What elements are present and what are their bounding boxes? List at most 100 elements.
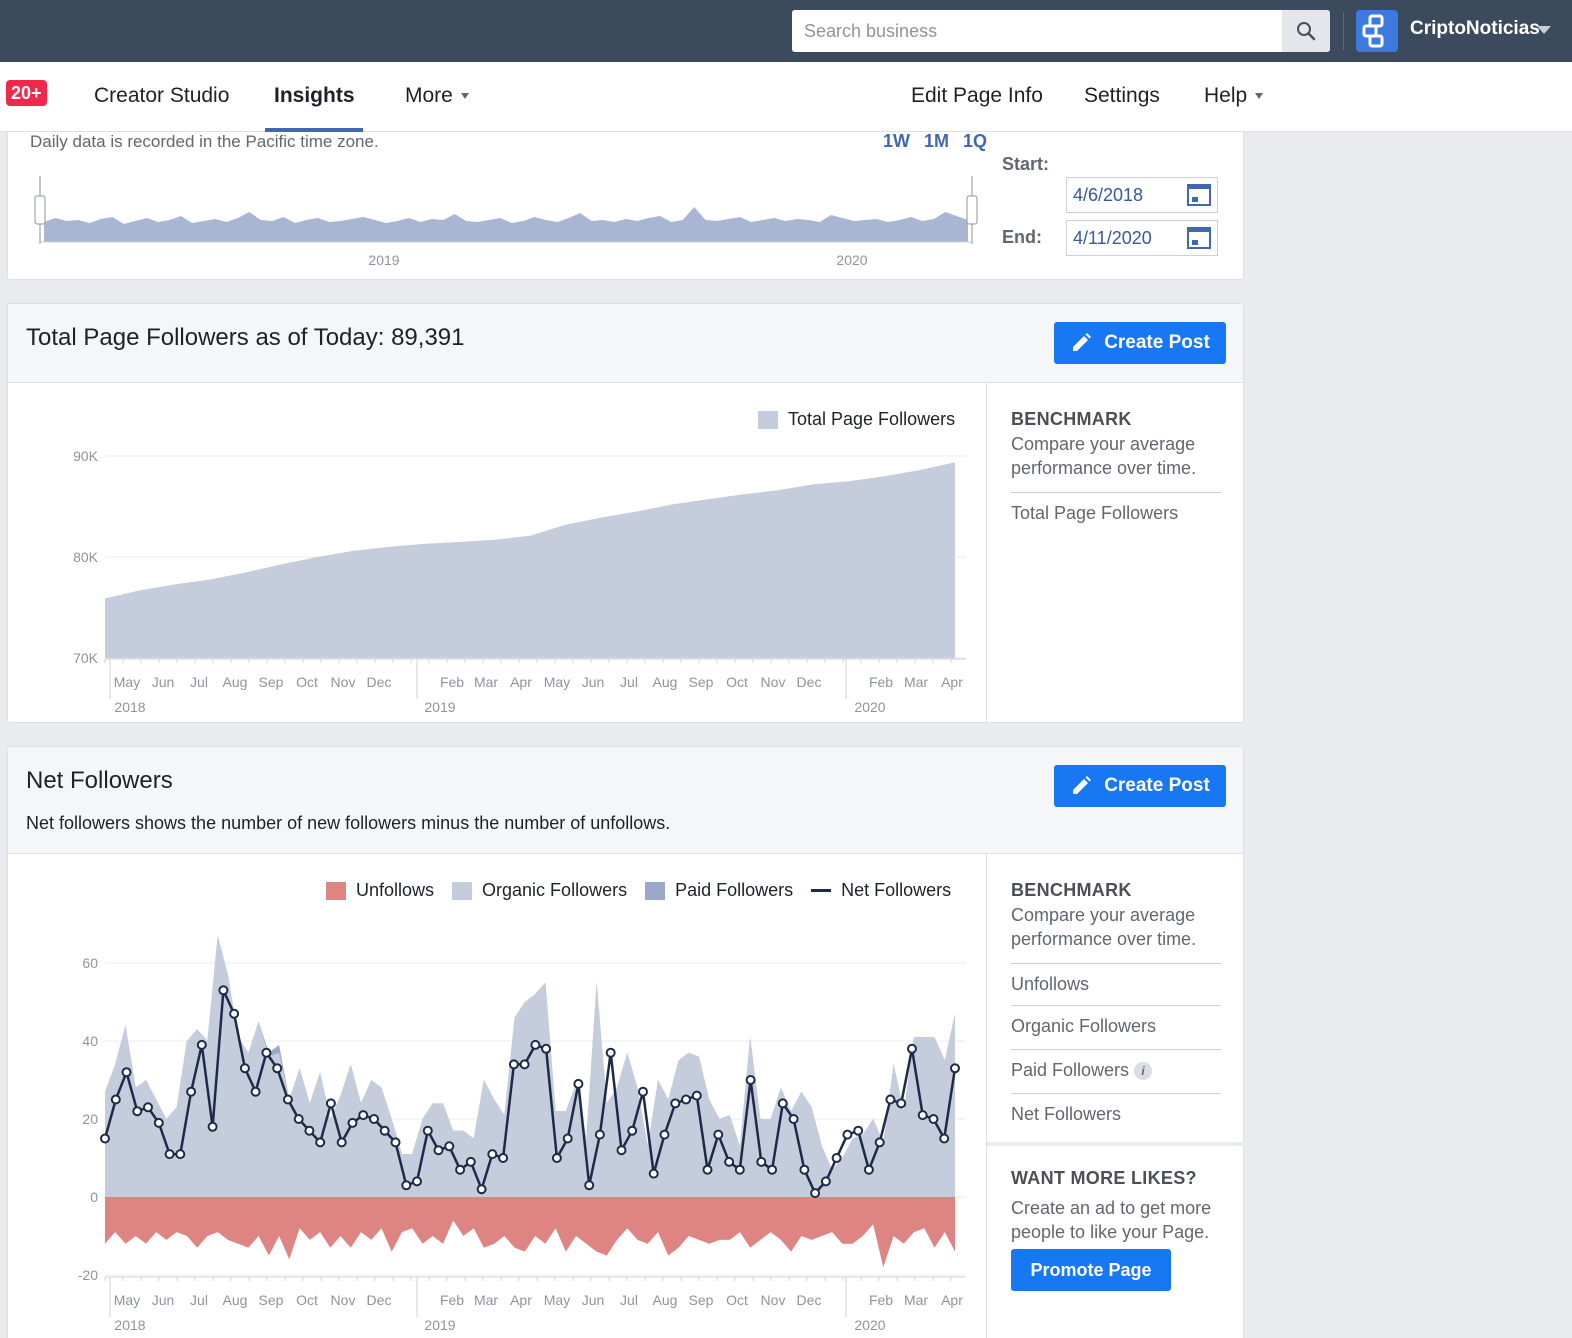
preset-1m[interactable]: 1M <box>924 131 949 152</box>
create-post-button[interactable]: Create Post <box>1054 322 1226 364</box>
net-followers-point <box>272 1063 283 1074</box>
net-followers-point <box>551 1153 562 1163</box>
x-tick-label: Feb <box>869 674 893 690</box>
net-followers-point <box>681 1094 691 1105</box>
x-tick-label: Mar <box>904 1292 928 1308</box>
x-tick-label: Mar <box>474 1292 498 1308</box>
x-tick-label: Nov <box>761 674 786 690</box>
topbar-divider <box>1343 12 1344 50</box>
promote-page-button[interactable]: Promote Page <box>1011 1249 1171 1291</box>
preset-1w[interactable]: 1W <box>883 131 910 152</box>
x-tick-label: Jun <box>582 1292 605 1308</box>
benchmark-item-total-followers[interactable]: Total Page Followers <box>1011 492 1221 536</box>
y-tick-label: 20 <box>82 1111 98 1127</box>
net-followers-point <box>207 1121 218 1132</box>
year-label: 2019 <box>424 1317 455 1333</box>
net-followers-point <box>831 1153 842 1163</box>
net-followers-point <box>745 1075 756 1085</box>
nav-insights[interactable]: Insights <box>274 84 355 108</box>
net-followers-point <box>239 1063 250 1074</box>
net-followers-title: Net Followers <box>26 767 173 794</box>
range-handle-right <box>966 195 978 225</box>
benchmark-title: BENCHMARK <box>1011 409 1132 429</box>
x-tick-label: Feb <box>440 674 464 690</box>
total-followers-title: Total Page Followers as of Today: 89,391 <box>26 324 465 351</box>
net-followers-point <box>616 1145 627 1156</box>
x-tick-label: Aug <box>223 674 248 690</box>
y-tick-label: 0 <box>90 1189 98 1205</box>
end-date-field[interactable]: 4/11/2020 <box>1066 220 1218 256</box>
nav-creator-studio[interactable]: Creator Studio <box>94 84 229 108</box>
benchmark-item-paid[interactable]: Paid Followers i <box>1011 1049 1221 1093</box>
calendar-icon[interactable] <box>1187 227 1211 249</box>
overview-year-label: 2020 <box>836 252 867 268</box>
range-overview-chart[interactable]: 2019 2020 <box>22 170 986 270</box>
net-followers-point <box>917 1110 928 1121</box>
x-tick-label: Jun <box>152 674 175 690</box>
total-followers-card: Total Page Followers as of Today: 89,391… <box>7 303 1244 723</box>
net-followers-point <box>519 1059 530 1070</box>
calendar-icon[interactable] <box>1187 184 1211 206</box>
page-logo-icon <box>1362 14 1384 48</box>
net-followers-point <box>508 1059 519 1070</box>
nav-help[interactable]: Help <box>1204 84 1264 108</box>
x-tick-label: Feb <box>440 1292 464 1308</box>
x-tick-label: Dec <box>367 674 392 690</box>
benchmark-item-organic[interactable]: Organic Followers <box>1011 1005 1221 1049</box>
net-followers-point <box>143 1102 153 1113</box>
preset-1q[interactable]: 1Q <box>963 131 987 152</box>
date-range-card: Daily data is recorded in the Pacific ti… <box>7 131 1244 280</box>
page-avatar[interactable] <box>1356 10 1398 52</box>
x-tick-label: Apr <box>941 1292 963 1308</box>
start-label: Start: <box>1002 154 1050 174</box>
net-followers-chart[interactable]: -20 0 20 40 60 May Jun Jul Aug Sep Oct Nov Dec Feb Mar… <box>8 855 986 1338</box>
net-followers-point <box>433 1145 444 1156</box>
x-tick-label: Jul <box>620 674 638 690</box>
total-followers-chart[interactable]: 70K 80K 90K May Jun Jul Aug Sep Oct Nov Dec Feb Mar A… <box>8 384 986 722</box>
net-followers-point <box>250 1086 261 1097</box>
benchmark-item-net[interactable]: Net Followers <box>1011 1093 1221 1137</box>
x-tick-label: Jul <box>190 674 208 690</box>
organic-followers-area <box>105 935 955 1197</box>
net-followers-point <box>186 1086 197 1097</box>
net-followers-point <box>218 985 229 996</box>
account-menu-caret-icon[interactable] <box>1537 26 1551 34</box>
y-tick-label: 90K <box>73 448 99 464</box>
pencil-icon <box>1073 333 1092 351</box>
x-tick-label: May <box>114 674 140 690</box>
start-date-value: 4/6/2018 <box>1073 185 1144 205</box>
net-followers-point <box>713 1129 724 1140</box>
benchmark-item-paid-label: Paid Followers <box>1011 1060 1130 1080</box>
net-followers-point <box>422 1125 433 1136</box>
y-tick-label: 80K <box>73 549 99 565</box>
search-input[interactable] <box>792 10 1282 52</box>
info-icon[interactable]: i <box>1134 1062 1153 1081</box>
nav-edit-page-info[interactable]: Edit Page Info <box>911 84 1043 108</box>
page-name[interactable]: CriptoNoticias <box>1410 18 1540 40</box>
create-post-button[interactable]: Create Post <box>1054 765 1226 807</box>
x-tick-label: May <box>544 1292 570 1308</box>
x-tick-label: Jun <box>152 1292 175 1308</box>
x-tick-label: Aug <box>653 674 678 690</box>
net-followers-point <box>229 1008 240 1019</box>
search-button[interactable] <box>1282 10 1330 52</box>
x-tick-label: Mar <box>474 674 498 690</box>
x-tick-label: Sep <box>259 674 284 690</box>
start-date-field[interactable]: 4/6/2018 <box>1066 177 1218 213</box>
x-tick-label: Oct <box>296 674 318 690</box>
nav-settings[interactable]: Settings <box>1084 84 1160 108</box>
x-tick-label: Apr <box>941 674 963 690</box>
notification-badge[interactable]: 20+ <box>6 80 47 106</box>
unfollows-area <box>105 1197 955 1268</box>
x-tick-label: Feb <box>869 1292 893 1308</box>
pencil-icon <box>1073 776 1092 794</box>
net-followers-point <box>325 1098 336 1109</box>
benchmark-title: BENCHMARK <box>1011 880 1132 900</box>
nav-more[interactable]: More <box>405 84 469 108</box>
create-post-label: Create Post <box>1104 332 1210 353</box>
net-followers-point <box>315 1137 326 1148</box>
net-followers-point <box>842 1129 853 1140</box>
benchmark-item-unfollows[interactable]: Unfollows <box>1011 963 1221 1007</box>
net-followers-point <box>153 1117 164 1128</box>
net-followers-point <box>638 1086 648 1097</box>
